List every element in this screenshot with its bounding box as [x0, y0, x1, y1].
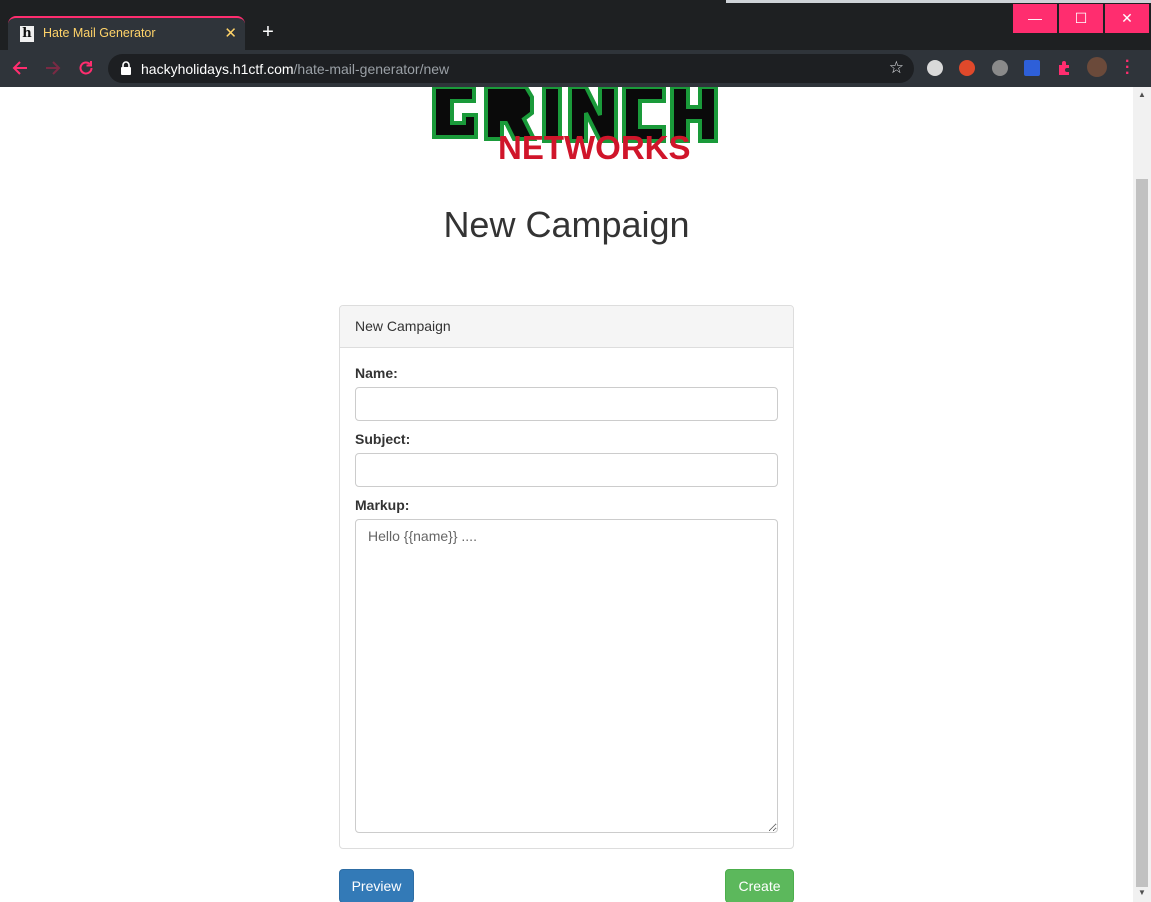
- scroll-up-icon[interactable]: ▲: [1138, 90, 1146, 99]
- url-path: /hate-mail-generator/new: [293, 61, 450, 77]
- browser-toolbar: hackyholidays.h1ctf.com/hate-mail-genera…: [0, 50, 1151, 87]
- tab-strip: h Hate Mail Generator ✕ + — ☐ ✕: [0, 0, 1151, 50]
- tab-hate-mail-generator[interactable]: h Hate Mail Generator ✕: [8, 16, 245, 50]
- address-bar[interactable]: hackyholidays.h1ctf.com/hate-mail-genera…: [108, 54, 914, 83]
- markup-label: Markup:: [355, 497, 410, 513]
- star-icon[interactable]: ☆: [889, 58, 904, 78]
- extension-santa-icon[interactable]: [959, 60, 975, 76]
- forward-icon[interactable]: [44, 59, 62, 77]
- name-label: Name:: [355, 365, 398, 381]
- subject-input[interactable]: [355, 453, 778, 487]
- extension-bitwarden-icon[interactable]: [1024, 60, 1040, 76]
- tab-title: Hate Mail Generator: [43, 26, 156, 40]
- menu-icon[interactable]: · · ·: [1125, 54, 1130, 82]
- campaign-form-panel: New Campaign Name: Subject: Markup:: [339, 305, 794, 849]
- name-input[interactable]: [355, 387, 778, 421]
- scrollbar-thumb[interactable]: [1136, 179, 1148, 887]
- page-viewport: NETWORKS New Campaign New Campaign Name:…: [0, 87, 1133, 902]
- maximize-button[interactable]: ☐: [1059, 4, 1103, 33]
- scroll-down-icon[interactable]: ▼: [1138, 888, 1146, 897]
- panel-heading: New Campaign: [340, 306, 793, 348]
- url-text: hackyholidays.h1ctf.com/hate-mail-genera…: [141, 61, 449, 77]
- create-button[interactable]: Create: [725, 869, 794, 902]
- url-host: hackyholidays.h1ctf.com: [141, 61, 294, 77]
- preview-button[interactable]: Preview: [339, 869, 414, 902]
- window-edge: [726, 0, 1151, 3]
- lock-icon: [121, 61, 131, 75]
- reload-icon[interactable]: [77, 59, 95, 77]
- back-icon[interactable]: [11, 59, 29, 77]
- subject-label: Subject:: [355, 431, 411, 447]
- page-title: New Campaign: [443, 204, 690, 245]
- vertical-scrollbar[interactable]: ▲ ▼: [1133, 87, 1151, 902]
- extension-gear-icon[interactable]: [992, 60, 1008, 76]
- minimize-button[interactable]: —: [1013, 4, 1057, 33]
- profile-avatar[interactable]: [1087, 57, 1107, 77]
- extensions-icon[interactable]: [1056, 60, 1072, 76]
- logo-text: NETWORKS: [498, 129, 691, 166]
- new-tab-button[interactable]: +: [256, 21, 280, 45]
- close-window-button[interactable]: ✕: [1105, 4, 1149, 33]
- grinch-networks-logo: NETWORKS: [428, 87, 718, 177]
- extension-globe-icon[interactable]: [927, 60, 943, 76]
- tab-close-icon[interactable]: ✕: [224, 24, 237, 42]
- markup-textarea[interactable]: [355, 519, 778, 833]
- tab-favicon: h: [20, 26, 34, 42]
